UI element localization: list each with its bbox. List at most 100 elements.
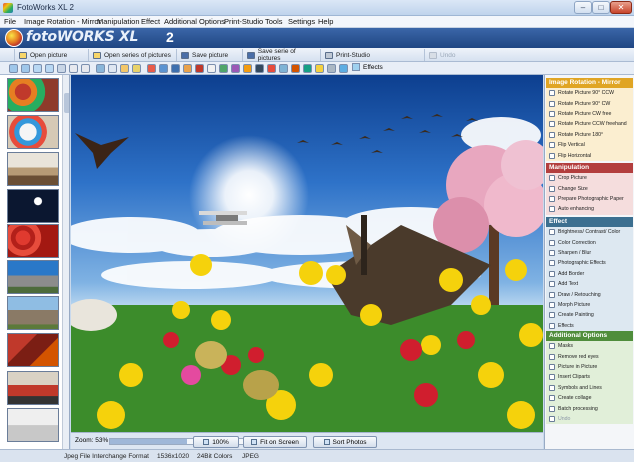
crop-picture-item[interactable]: Crop Picture	[546, 173, 633, 183]
add-text-item[interactable]: Add Text	[546, 279, 633, 289]
rotate-cw-free-item[interactable]: Rotate Picture CW free	[546, 109, 633, 119]
sort-photos-button[interactable]: Sort Photos	[313, 436, 377, 448]
menu-additional-options[interactable]: Additional Options	[164, 17, 225, 26]
rotate-180-item[interactable]: Rotate Picture 180°	[546, 130, 633, 140]
menu-tools[interactable]: Tools	[265, 17, 283, 26]
create-painting-item[interactable]: Create Painting	[546, 310, 633, 320]
meadow	[71, 305, 543, 432]
batch-processing-item[interactable]: Batch processing	[546, 403, 633, 413]
draw-retouching-item[interactable]: Draw / Retouching	[546, 289, 633, 299]
brightness-item[interactable]: Brightness/ Contrast/ Color	[546, 227, 633, 237]
remove-red-eyes-item[interactable]: Remove red eyes	[546, 351, 633, 361]
picture-in-picture-tool-icon[interactable]	[279, 64, 288, 73]
menu-file[interactable]: File	[4, 17, 16, 26]
thumbnail-strawberries[interactable]	[7, 224, 59, 258]
change-size-item[interactable]: Change Size	[546, 183, 633, 193]
red-eye-tool-icon[interactable]	[267, 64, 276, 73]
border-tool-icon[interactable]	[195, 64, 204, 73]
menu-manipulation[interactable]: Manipulation	[97, 17, 140, 26]
menu-help[interactable]: Help	[318, 17, 333, 26]
crop-tool-icon[interactable]	[96, 64, 105, 73]
color-correction-tool-icon[interactable]	[159, 64, 168, 73]
auto-enhancing-item[interactable]: Auto enhancing	[546, 204, 633, 214]
rotate-180-tool-icon[interactable]	[57, 64, 66, 73]
picture-in-picture-item[interactable]: Picture in Picture	[546, 362, 633, 372]
clipart-tool-icon[interactable]	[291, 64, 300, 73]
thumbnail-scrollbar[interactable]	[62, 75, 69, 449]
painting-tool-icon[interactable]	[243, 64, 252, 73]
maximize-button[interactable]: □	[592, 1, 610, 14]
fit-screen-icon	[251, 439, 258, 445]
effects-item[interactable]: Effects	[546, 321, 633, 331]
scroll-thumb[interactable]	[64, 93, 69, 113]
batch-tool-icon[interactable]	[327, 64, 336, 73]
save-series-button[interactable]: Save serie of pictures	[242, 48, 318, 62]
thumbnail-moon[interactable]	[7, 189, 59, 223]
rotate-ccw-freehand-item[interactable]: Rotate Picture CCW freehand	[546, 119, 633, 129]
thumbnail-fruits[interactable]	[7, 78, 59, 112]
open-picture-button[interactable]: Open picture	[14, 49, 86, 61]
thumbnail-red-bird[interactable]	[7, 333, 59, 367]
brightness-tool-icon[interactable]	[147, 64, 156, 73]
menu-image-rotation[interactable]: Image Rotation - Mirror	[24, 17, 101, 26]
photo-effects-tool-icon[interactable]	[183, 64, 192, 73]
add-border-item[interactable]: Add Border	[546, 269, 633, 279]
panel-undo-item[interactable]: Undo	[546, 414, 633, 424]
rotate-cw-tool-icon[interactable]	[21, 64, 30, 73]
print-studio-button[interactable]: Print-Studio	[320, 49, 398, 61]
auto-enhance-tool-icon[interactable]	[132, 64, 141, 73]
rotate-90-cw-item[interactable]: Rotate Picture 90° CW	[546, 98, 633, 108]
symbols-lines-item[interactable]: Symbols and Lines	[546, 383, 633, 393]
save-picture-button[interactable]: Save picture	[176, 49, 240, 61]
star-tool-icon[interactable]	[339, 64, 348, 73]
thumbnail-red-car[interactable]	[7, 371, 59, 405]
flip-vertical-item[interactable]: Flip Vertical	[546, 140, 633, 150]
symbols-tool-icon[interactable]	[303, 64, 312, 73]
thumbnail-building[interactable]	[7, 260, 59, 294]
flip-horizontal-tool-icon[interactable]	[81, 64, 90, 73]
flip-vertical-tool-icon[interactable]	[69, 64, 78, 73]
menu-print-studio[interactable]: Print-Studio	[224, 17, 263, 26]
effects-icon	[549, 322, 555, 329]
thumbnail-extra[interactable]	[7, 408, 59, 442]
paper-tool-icon[interactable]	[120, 64, 129, 73]
color-correction-item[interactable]: Color Correction	[546, 237, 633, 247]
morph-tool-icon[interactable]	[231, 64, 240, 73]
photo-montage	[71, 114, 543, 432]
status-type: JPEG	[242, 453, 259, 460]
collage-tool-icon[interactable]	[315, 64, 324, 73]
menu-effect[interactable]: Effect	[141, 17, 160, 26]
photographic-effects-item[interactable]: Photographic Effects	[546, 258, 633, 268]
flip-horizontal-item[interactable]: Flip Horizontal	[546, 150, 633, 160]
item-label: Add Text	[558, 281, 579, 288]
create-collage-item[interactable]: Create collage	[546, 393, 633, 403]
morph-picture-item[interactable]: Morph Picture	[546, 300, 633, 310]
rotate-free-tool-icon[interactable]	[33, 64, 42, 73]
open-series-button[interactable]: Open series of pictures	[88, 49, 174, 61]
sharpen-tool-icon[interactable]	[171, 64, 180, 73]
mask-tool-icon[interactable]	[255, 64, 264, 73]
photographic-paper-item[interactable]: Prepare Photographic Paper	[546, 194, 633, 204]
undo-button[interactable]: Undo	[424, 49, 490, 61]
rotate-freehand-tool-icon[interactable]	[45, 64, 54, 73]
masks-item[interactable]: Masks	[546, 341, 633, 351]
rotate-90-ccw-item[interactable]: Rotate Picture 90° CCW	[546, 88, 633, 98]
thumbnail-room[interactable]	[7, 152, 59, 186]
rotate-ccw-tool-icon[interactable]	[9, 64, 18, 73]
additional-options-section: Additional Options Masks Remove red eyes…	[546, 331, 633, 425]
thumbnail-castle[interactable]	[7, 296, 59, 330]
save-series-label: Save serie of pictures	[257, 48, 296, 62]
fit-on-screen-button[interactable]: Fit on Screen	[243, 436, 307, 448]
resize-tool-icon[interactable]	[108, 64, 117, 73]
close-button[interactable]: ✕	[610, 1, 632, 14]
zoom-100-button[interactable]: 100%	[193, 436, 239, 448]
effects-tool-button[interactable]: Effects	[352, 63, 383, 71]
menu-settings[interactable]: Settings	[288, 17, 315, 26]
draw-tool-icon[interactable]	[219, 64, 228, 73]
minimize-button[interactable]: –	[574, 1, 592, 14]
image-canvas[interactable]	[71, 75, 543, 432]
thumbnail-paints[interactable]	[7, 115, 59, 149]
sharpen-blur-item[interactable]: Sharpen / Blur	[546, 248, 633, 258]
text-tool-icon[interactable]	[207, 64, 216, 73]
insert-cliparts-item[interactable]: Insert Cliparts	[546, 372, 633, 382]
